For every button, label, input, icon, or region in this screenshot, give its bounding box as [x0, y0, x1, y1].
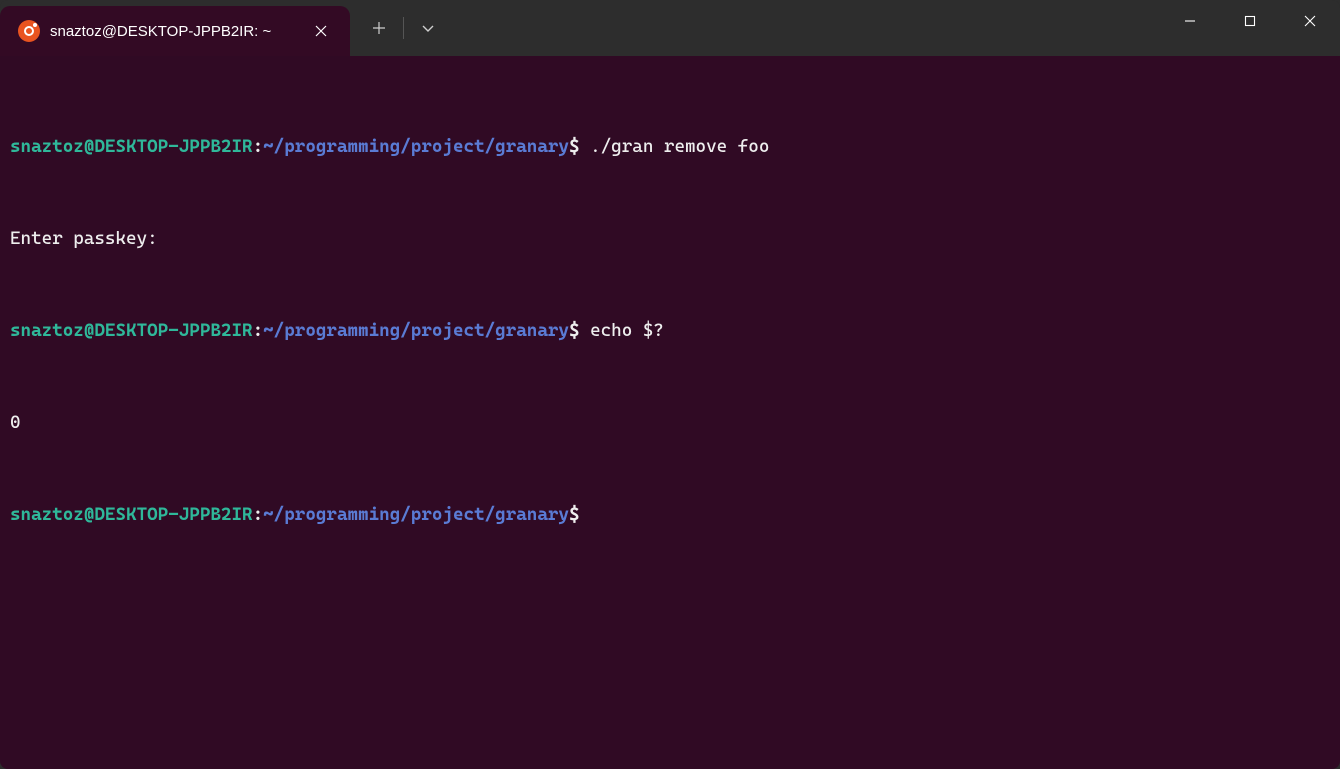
new-tab-button[interactable]	[356, 8, 402, 48]
prompt-colon: :	[253, 320, 264, 341]
plus-icon	[372, 21, 386, 35]
prompt-path: ~/programming/project/granary	[263, 136, 569, 157]
prompt-colon: :	[253, 136, 264, 157]
chevron-down-icon	[421, 21, 435, 35]
prompt-user-host: snaztoz@DESKTOP-JPPB2IR	[10, 136, 253, 157]
close-icon	[315, 25, 327, 37]
divider	[403, 17, 404, 39]
prompt-command: ./gran remove foo	[580, 136, 770, 157]
prompt-dollar: $	[569, 136, 580, 157]
maximize-button[interactable]	[1220, 0, 1280, 42]
window-controls	[1160, 0, 1340, 56]
terminal-output: 0	[10, 411, 1330, 434]
minimize-button[interactable]	[1160, 0, 1220, 42]
titlebar-drag-area[interactable]	[451, 0, 1160, 56]
ubuntu-icon	[18, 20, 40, 42]
terminal-line: snaztoz@DESKTOP-JPPB2IR:~/programming/pr…	[10, 135, 1330, 158]
prompt-user-host: snaztoz@DESKTOP-JPPB2IR	[10, 504, 253, 525]
terminal-line: snaztoz@DESKTOP-JPPB2IR:~/programming/pr…	[10, 503, 1330, 526]
prompt-path: ~/programming/project/granary	[263, 320, 569, 341]
prompt-user-host: snaztoz@DESKTOP-JPPB2IR	[10, 320, 253, 341]
tab-close-button[interactable]	[306, 16, 336, 46]
minimize-icon	[1184, 15, 1196, 27]
prompt-dollar: $	[569, 504, 580, 525]
tab-actions	[356, 0, 451, 56]
close-icon	[1304, 15, 1316, 27]
prompt-dollar: $	[569, 320, 580, 341]
terminal-window: snaztoz@DESKTOP-JPPB2IR: ~	[0, 0, 1340, 769]
terminal-line: snaztoz@DESKTOP-JPPB2IR:~/programming/pr…	[10, 319, 1330, 342]
terminal-output: Enter passkey:	[10, 227, 1330, 250]
close-window-button[interactable]	[1280, 0, 1340, 42]
terminal-body[interactable]: snaztoz@DESKTOP-JPPB2IR:~/programming/pr…	[0, 56, 1340, 769]
prompt-colon: :	[253, 504, 264, 525]
tab-title: snaztoz@DESKTOP-JPPB2IR: ~	[50, 23, 296, 40]
maximize-icon	[1244, 15, 1256, 27]
titlebar: snaztoz@DESKTOP-JPPB2IR: ~	[0, 0, 1340, 56]
prompt-command: echo $?	[580, 320, 664, 341]
prompt-path: ~/programming/project/granary	[263, 504, 569, 525]
tab-active[interactable]: snaztoz@DESKTOP-JPPB2IR: ~	[0, 6, 350, 56]
tab-dropdown-button[interactable]	[405, 8, 451, 48]
